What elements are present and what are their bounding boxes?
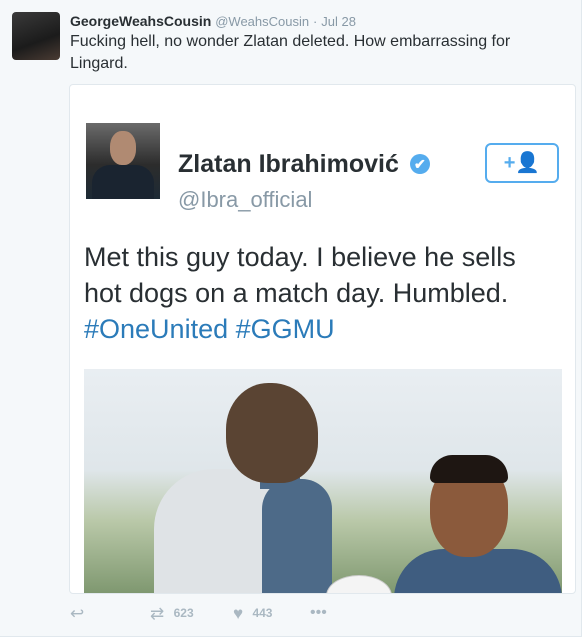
- tweet-actions: ↩ ⇄ 623 ♥ 443 •••: [70, 603, 470, 623]
- embedded-display-name: Zlatan Ibrahimović ✔: [178, 150, 430, 179]
- author-handle[interactable]: @WeahsCousin: [215, 14, 309, 29]
- reply-button[interactable]: ↩: [70, 603, 90, 624]
- avatar-jacket: [92, 165, 154, 199]
- reply-icon: ↩: [70, 604, 85, 623]
- like-count: 443: [252, 606, 273, 620]
- player-right-hair: [430, 455, 508, 483]
- hashtag-oneunited: #OneUnited: [84, 314, 229, 344]
- hashtag-ggmu: #GGMU: [235, 314, 335, 344]
- attached-photo[interactable]: Zlatan Ibrahimović ✔ @Ibra_official +👤 M…: [69, 84, 576, 594]
- embedded-text-plain: Met this guy today. I believe he sells h…: [84, 242, 516, 308]
- more-button[interactable]: •••: [310, 603, 327, 623]
- heart-icon: ♥: [233, 604, 244, 623]
- author-avatar[interactable]: [12, 12, 60, 60]
- tweet-text: Fucking hell, no wonder Zlatan deleted. …: [70, 33, 511, 72]
- author-display-name[interactable]: GeorgeWeahsCousin: [70, 13, 211, 29]
- avatar-face: [110, 131, 136, 165]
- embedded-avatar: [86, 123, 160, 199]
- football: [326, 575, 392, 593]
- embedded-photo: [84, 369, 562, 593]
- like-button[interactable]: ♥ 443: [233, 603, 272, 624]
- retweet-button[interactable]: ⇄ 623: [150, 603, 194, 624]
- player-left-head: [226, 383, 318, 483]
- more-icon: •••: [310, 604, 327, 621]
- separator-dot: ·: [313, 14, 318, 29]
- follow-button-icon: +👤: [485, 143, 559, 183]
- verified-badge-icon: ✔: [409, 154, 430, 174]
- embedded-handle: @Ibra_official: [178, 187, 313, 212]
- player-left-sleeve: [262, 479, 332, 593]
- embedded-tweet-text: Met this guy today. I believe he sells h…: [84, 239, 560, 347]
- embedded-tweet-screenshot: Zlatan Ibrahimović ✔ @Ibra_official +👤 M…: [82, 105, 562, 593]
- tweet-header: GeorgeWeahsCousin @WeahsCousin · Jul 28: [70, 12, 356, 31]
- retweet-count: 623: [173, 606, 194, 620]
- retweet-icon: ⇄: [150, 604, 165, 623]
- tweet[interactable]: GeorgeWeahsCousin @WeahsCousin · Jul 28 …: [0, 0, 582, 637]
- tweet-timestamp[interactable]: Jul 28: [321, 14, 356, 29]
- embedded-name-text: Zlatan Ibrahimović: [178, 150, 399, 178]
